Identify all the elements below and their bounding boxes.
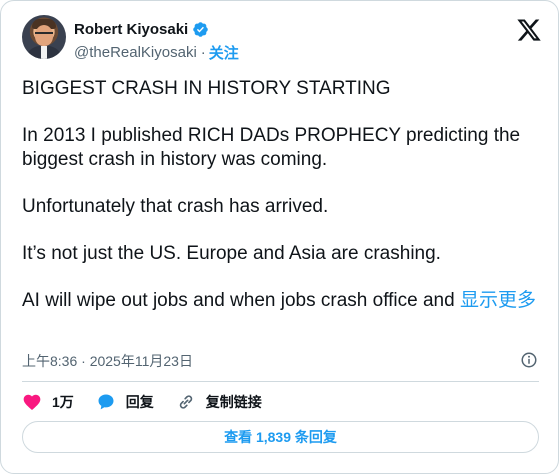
x-logo-icon[interactable] — [516, 17, 542, 43]
reply-label: 回复 — [125, 394, 154, 410]
tweet-timestamp[interactable]: 上午8:36 · 2025年11月23日 — [22, 353, 193, 369]
tweet-paragraph-last: AI will wipe out jobs and when jobs cras… — [22, 289, 542, 313]
like-button[interactable]: 1万 — [22, 392, 74, 412]
show-more-link[interactable]: 显示更多 — [460, 290, 536, 311]
reply-button[interactable]: 回复 — [96, 392, 154, 412]
author-name[interactable]: Robert Kiyosaki — [74, 21, 188, 38]
copy-link-button[interactable]: 复制链接 — [176, 392, 262, 412]
tweet-paragraph-text: AI will wipe out jobs and when jobs cras… — [22, 290, 460, 311]
verified-badge-icon — [193, 21, 208, 37]
separator-dot: · — [200, 44, 206, 61]
tweet-card: Robert Kiyosaki @theRealKiyosaki · 关注 BI… — [0, 0, 559, 474]
tweet-meta: 上午8:36 · 2025年11月23日 — [22, 351, 542, 371]
author-handle-row: @theRealKiyosaki · 关注 — [74, 42, 239, 63]
tweet-paragraph: Unfortunately that crash has arrived. — [22, 196, 329, 217]
tweet-text: BIGGEST CRASH IN HISTORY STARTING In 201… — [22, 77, 542, 313]
info-icon[interactable] — [520, 351, 538, 369]
tweet-paragraph: In 2013 I published RICH DADs PROPHECY p… — [22, 125, 521, 170]
avatar[interactable] — [22, 15, 66, 59]
divider — [22, 381, 539, 382]
copy-link-label: 复制链接 — [205, 394, 262, 410]
author-handle[interactable]: @theRealKiyosaki — [74, 44, 197, 61]
author-name-row: Robert Kiyosaki — [74, 19, 209, 39]
follow-button[interactable]: 关注 — [209, 42, 239, 63]
view-replies-button[interactable]: 查看 1,839 条回复 — [22, 421, 539, 453]
tweet-paragraph: It’s not just the US. Europe and Asia ar… — [22, 243, 441, 264]
speech-bubble-icon — [98, 394, 114, 410]
tweet-actions: 1万 回复 复制链接 — [22, 391, 542, 413]
like-count: 1万 — [52, 394, 74, 410]
heart-icon — [23, 394, 41, 411]
link-icon — [179, 395, 193, 409]
tweet-paragraph: BIGGEST CRASH IN HISTORY STARTING — [22, 78, 391, 99]
tweet-header: Robert Kiyosaki @theRealKiyosaki · 关注 — [22, 15, 542, 67]
